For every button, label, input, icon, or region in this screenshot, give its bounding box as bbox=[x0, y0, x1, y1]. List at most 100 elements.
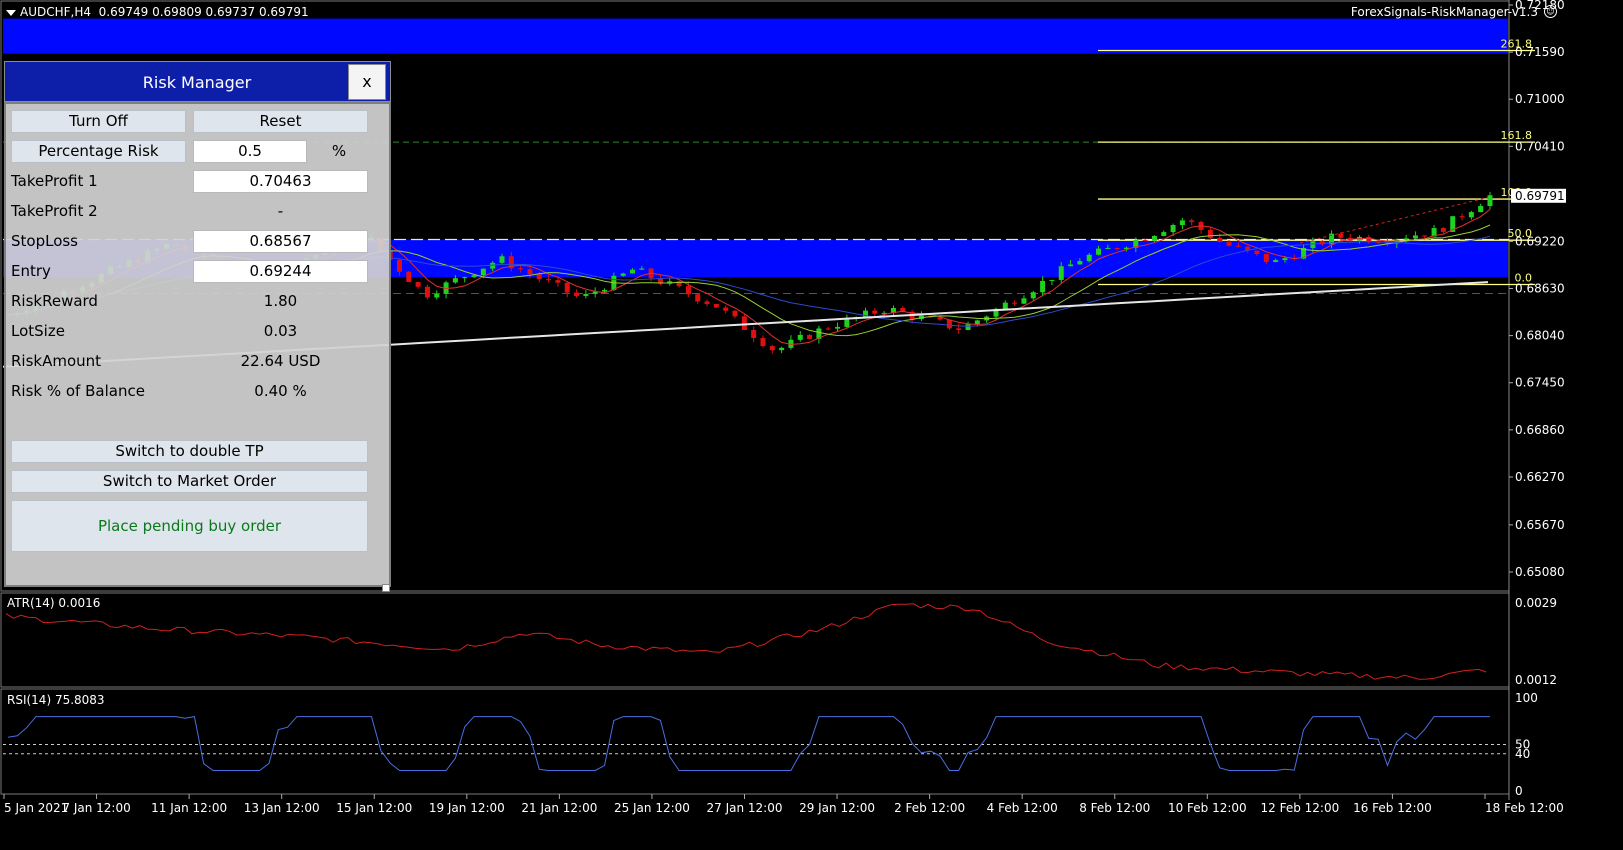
lotsize-value: 0.03 bbox=[263, 322, 298, 340]
candle-body bbox=[965, 324, 971, 330]
candle-body bbox=[1487, 195, 1493, 207]
candle-body bbox=[620, 273, 626, 276]
risk-mode-button[interactable]: Percentage Risk bbox=[11, 140, 186, 163]
close-button[interactable]: x bbox=[348, 64, 386, 100]
candle-body bbox=[695, 294, 701, 302]
candle-body bbox=[462, 277, 468, 279]
time-axis-label: 15 Jan 12:00 bbox=[336, 801, 412, 815]
candle-body bbox=[1207, 229, 1213, 238]
time-axis-label: 16 Feb 12:00 bbox=[1353, 801, 1432, 815]
candle-body bbox=[434, 293, 440, 298]
candle-body bbox=[1179, 220, 1185, 226]
riskreward-value: 1.80 bbox=[263, 292, 298, 310]
tp2-value: - bbox=[277, 202, 284, 220]
candle-body bbox=[956, 328, 962, 330]
ohlc-values: 0.69749 0.69809 0.69737 0.69791 bbox=[98, 5, 309, 19]
rsi-label: RSI(14) 75.8083 bbox=[7, 693, 105, 707]
risk-unit: % bbox=[331, 142, 347, 160]
turn-off-button[interactable]: Turn Off bbox=[11, 110, 186, 133]
candle-body bbox=[751, 329, 757, 339]
panel-title: Risk Manager bbox=[142, 73, 252, 92]
time-axis-label: 4 Feb 12:00 bbox=[987, 801, 1058, 815]
time-axis-label: 8 Feb 12:00 bbox=[1079, 801, 1150, 815]
candle-body bbox=[807, 334, 813, 339]
risk-percent-input[interactable]: 0.5 bbox=[193, 140, 307, 163]
candle-body bbox=[835, 326, 841, 329]
candle-body bbox=[723, 307, 729, 311]
time-axis-label: 7 Jan 12:00 bbox=[62, 801, 130, 815]
candle-body bbox=[574, 292, 580, 296]
time-axis-label: 18 Feb 12:00 bbox=[1485, 801, 1564, 815]
price-axis-label: 0.65670 bbox=[1515, 518, 1565, 532]
rsi-axis-label: 0 bbox=[1515, 784, 1523, 798]
candle-body bbox=[555, 280, 561, 283]
candle-body bbox=[518, 268, 524, 270]
menu-triangle-icon[interactable] bbox=[6, 9, 16, 16]
candle-body bbox=[480, 268, 486, 276]
rsi-axis-label: 100 bbox=[1515, 691, 1538, 705]
time-axis-label: 27 Jan 12:00 bbox=[707, 801, 783, 815]
candle-body bbox=[629, 269, 635, 274]
candle-body bbox=[1478, 206, 1484, 213]
candle-body bbox=[527, 269, 533, 275]
candle-body bbox=[546, 279, 552, 281]
entry-input[interactable]: 0.69244 bbox=[193, 260, 368, 283]
candle-body bbox=[424, 286, 430, 298]
time-axis-label: 29 Jan 12:00 bbox=[799, 801, 875, 815]
candle-body bbox=[1254, 250, 1260, 254]
candle-body bbox=[1068, 264, 1074, 267]
atr-axis-label: 0.0029 bbox=[1515, 596, 1557, 610]
rsi-line bbox=[7, 716, 1490, 771]
lotsize-label: LotSize bbox=[11, 322, 65, 340]
candle-body bbox=[1282, 258, 1288, 261]
candle-body bbox=[1030, 292, 1036, 299]
tp1-input[interactable]: 0.70463 bbox=[193, 170, 368, 193]
price-axis-label: 0.68630 bbox=[1515, 282, 1565, 296]
symbol-label: AUDCHF,H4 bbox=[20, 5, 92, 19]
price-axis-label: 0.71590 bbox=[1515, 45, 1565, 59]
candle-body bbox=[797, 334, 803, 340]
candle-body bbox=[396, 259, 402, 272]
panel-titlebar[interactable]: Risk Manager x bbox=[4, 61, 391, 102]
risk-manager-panel: Risk Manager x Turn Off Reset Percentage… bbox=[4, 61, 391, 587]
candle-body bbox=[1468, 212, 1474, 218]
switch-market-order-button[interactable]: Switch to Market Order bbox=[11, 470, 368, 493]
smiley-icon[interactable]: ☺ bbox=[1544, 5, 1557, 18]
time-axis-label: 13 Jan 12:00 bbox=[244, 801, 320, 815]
atr-axis-label: 0.0012 bbox=[1515, 673, 1557, 687]
candle-body bbox=[741, 316, 747, 330]
candle-body bbox=[872, 310, 878, 314]
time-axis-label: 11 Jan 12:00 bbox=[151, 801, 227, 815]
candle-body bbox=[1105, 248, 1111, 250]
atr-label: ATR(14) 0.0016 bbox=[7, 596, 100, 610]
time-axis-label: 25 Jan 12:00 bbox=[614, 801, 690, 815]
trend-line bbox=[1299, 196, 1489, 244]
candle-body bbox=[732, 310, 738, 317]
risk-pct-balance-label: Risk % of Balance bbox=[11, 382, 145, 400]
candle-body bbox=[1040, 280, 1046, 293]
candle-body bbox=[536, 274, 542, 280]
candle-body bbox=[825, 328, 831, 330]
candle-body bbox=[471, 275, 477, 278]
panel-resize-handle[interactable] bbox=[382, 584, 390, 592]
candle-body bbox=[1403, 238, 1409, 240]
candle-body bbox=[1226, 241, 1232, 246]
reset-button[interactable]: Reset bbox=[193, 110, 368, 133]
candle-body bbox=[1422, 235, 1428, 237]
time-axis-label: 21 Jan 12:00 bbox=[521, 801, 597, 815]
candle-body bbox=[1161, 232, 1167, 236]
risk-pct-balance-value: 0.40 % bbox=[254, 382, 307, 400]
candle-body bbox=[1021, 298, 1027, 304]
stoploss-input[interactable]: 0.68567 bbox=[193, 230, 368, 253]
time-axis-label: 19 Jan 12:00 bbox=[429, 801, 505, 815]
candle-body bbox=[713, 303, 719, 308]
switch-double-tp-button[interactable]: Switch to double TP bbox=[11, 440, 368, 463]
symbol-header: AUDCHF,H4 0.69749 0.69809 0.69737 0.6979… bbox=[6, 5, 309, 19]
place-pending-buy-button[interactable]: Place pending buy order bbox=[11, 500, 368, 552]
candle-body bbox=[760, 338, 766, 347]
riskamount-label: RiskAmount bbox=[11, 352, 102, 370]
candle-body bbox=[499, 256, 505, 263]
candle-body bbox=[1086, 254, 1092, 262]
candle-body bbox=[974, 320, 980, 325]
time-axis-label: 2 Feb 12:00 bbox=[894, 801, 965, 815]
